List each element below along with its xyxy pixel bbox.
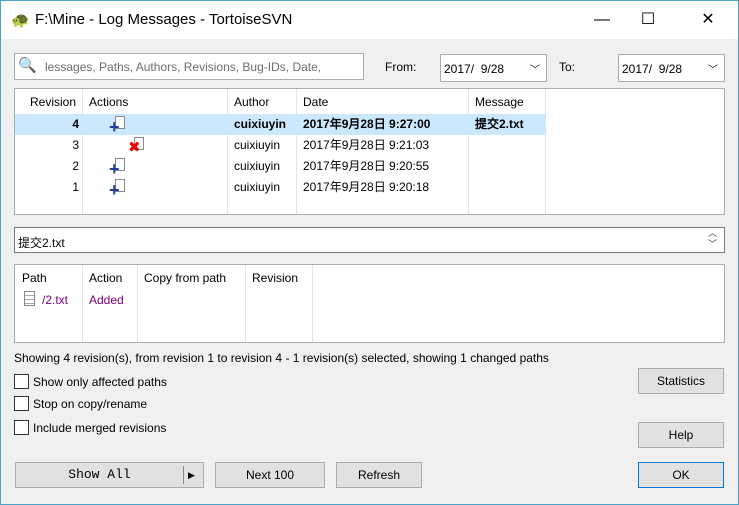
log-row[interactable]: 2 + cuixiuyin 2017年9月28日 9:20:55 (15, 156, 546, 178)
statistics-button[interactable]: Statistics (638, 368, 724, 394)
to-date-picker[interactable]: 2017/ 9/28 ﹀ (618, 54, 725, 82)
added-file-icon: + (109, 158, 127, 178)
path-row[interactable]: /2.txt Added (15, 291, 315, 309)
ok-button[interactable]: OK (638, 462, 724, 488)
column-copy-from[interactable]: Copy from path (144, 271, 226, 285)
window-title: F:\Mine - Log Messages - TortoiseSVN (35, 11, 293, 28)
refresh-button[interactable]: Refresh (336, 462, 422, 488)
revision-cell: 4 (72, 117, 79, 131)
column-author[interactable]: Author (234, 95, 269, 109)
log-row[interactable]: 4 + cuixiuyin 2017年9月28日 9:27:00 提交2.txt (15, 114, 546, 136)
log-row[interactable]: 3 ✖ cuixiuyin 2017年9月28日 9:21:03 (15, 135, 546, 156)
date-cell: 2017年9月28日 9:27:00 (303, 117, 431, 131)
author-cell: cuixiuyin (234, 180, 281, 194)
revision-cell: 2 (72, 159, 79, 173)
author-cell: cuixiuyin (234, 138, 281, 152)
message-cell: 提交2.txt (475, 117, 524, 131)
column-action[interactable]: Action (89, 271, 122, 285)
column-path[interactable]: Path (22, 271, 47, 285)
show-all-button[interactable]: Show All (16, 463, 183, 487)
include-merged-checkbox[interactable] (14, 420, 29, 435)
dropdown-arrow-icon[interactable]: ▶ (188, 463, 195, 487)
help-button[interactable]: Help (638, 422, 724, 448)
message-textbox[interactable]: 提交2.txt ︿ ﹀ (14, 227, 725, 253)
date-cell: 2017年9月28日 9:20:55 (303, 159, 430, 173)
next-100-button[interactable]: Next 100 (215, 462, 325, 488)
close-button[interactable]: ✕ (685, 1, 731, 39)
deleted-file-icon: ✖ (128, 137, 146, 156)
log-messages-window: 🐢 F:\Mine - Log Messages - TortoiseSVN —… (0, 0, 739, 505)
from-date-value: 2017/ 9/28 (444, 62, 505, 76)
revision-cell: 3 (72, 138, 79, 152)
scroll-arrows-icon[interactable]: ︿ ﹀ (708, 228, 717, 250)
minimize-button[interactable]: — (579, 1, 625, 39)
column-revision[interactable]: Revision (30, 95, 76, 109)
to-date-value: 2017/ 9/28 (622, 62, 683, 76)
column-date[interactable]: Date (303, 95, 328, 109)
changed-paths-list[interactable]: Path Action Copy from path Revision /2.t… (14, 264, 725, 343)
filter-placeholder: lessages, Paths, Authors, Revisions, Bug… (45, 60, 322, 74)
show-affected-label[interactable]: Show only affected paths (33, 375, 167, 389)
column-message[interactable]: Message (475, 95, 524, 109)
author-cell: cuixiuyin (234, 159, 281, 173)
log-row[interactable]: 1 + cuixiuyin 2017年9月28日 9:20:18 (15, 177, 546, 199)
path-value: /2.txt (42, 293, 69, 307)
log-list[interactable]: Revision Actions Author Date Message 4 + … (14, 88, 725, 215)
from-label: From: (385, 60, 417, 74)
show-affected-checkbox[interactable] (14, 374, 29, 389)
date-cell: 2017年9月28日 9:20:18 (303, 180, 430, 194)
include-merged-label[interactable]: Include merged revisions (33, 421, 166, 435)
column-revision[interactable]: Revision (252, 271, 298, 285)
to-label: To: (559, 60, 576, 74)
stop-on-copy-checkbox[interactable] (14, 396, 29, 411)
filter-input[interactable]: 🔍 lessages, Paths, Authors, Revisions, B… (14, 53, 364, 80)
added-file-icon: + (109, 179, 127, 199)
date-cell: 2017年9月28日 9:21:03 (303, 138, 430, 152)
action-value: Added (89, 293, 124, 307)
title-bar: 🐢 F:\Mine - Log Messages - TortoiseSVN —… (1, 1, 738, 39)
added-file-icon: + (109, 116, 127, 136)
maximize-button[interactable]: ☐ (625, 1, 671, 39)
search-icon: 🔍 (18, 57, 37, 74)
show-all-split-button[interactable]: Show All ▶ (15, 462, 204, 488)
tortoise-icon: 🐢 (11, 12, 30, 29)
status-text: Showing 4 revision(s), from revision 1 t… (14, 351, 549, 365)
file-icon (24, 291, 35, 306)
column-actions[interactable]: Actions (89, 95, 128, 109)
author-cell: cuixiuyin (234, 117, 287, 131)
from-date-picker[interactable]: 2017/ 9/28 ﹀ (440, 54, 547, 82)
stop-on-copy-label[interactable]: Stop on copy/rename (33, 397, 147, 411)
revision-cell: 1 (72, 180, 79, 194)
chevron-down-icon[interactable]: ﹀ (530, 61, 540, 76)
message-text: 提交2.txt (18, 236, 65, 250)
chevron-down-icon[interactable]: ﹀ (708, 61, 718, 76)
